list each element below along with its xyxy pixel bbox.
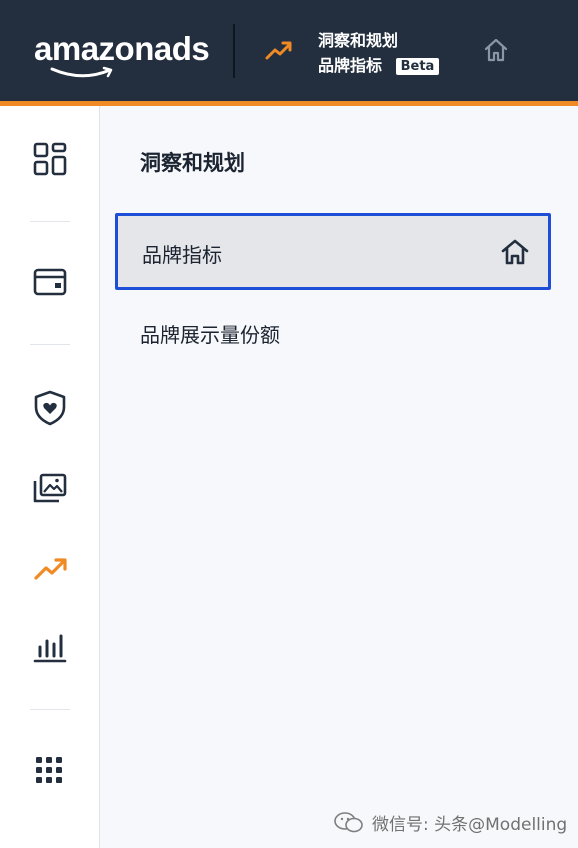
rail-separator	[30, 344, 70, 345]
watermark: 微信号: 头条@Modelling	[334, 810, 567, 835]
left-nav-rail	[0, 106, 100, 848]
nav-item-brand-metrics[interactable]: 品牌指标	[115, 213, 551, 290]
watermark-text: 微信号: 头条@Modelling	[372, 815, 568, 835]
wechat-icon	[334, 811, 363, 832]
home-icon[interactable]	[482, 36, 510, 64]
trending-up-icon[interactable]	[33, 552, 69, 584]
breadcrumb-page-label: 品牌指标	[318, 56, 383, 75]
dashboard-grid-icon[interactable]	[33, 142, 67, 176]
header-divider	[233, 24, 235, 78]
nav-item-brand-share-of-impressions[interactable]: 品牌展示量份额	[140, 319, 280, 348]
heart-shield-icon[interactable]	[33, 390, 67, 426]
beta-badge: Beta	[395, 58, 440, 75]
trending-up-icon	[265, 41, 292, 60]
image-gallery-icon[interactable]	[33, 472, 67, 504]
home-icon[interactable]	[500, 238, 530, 266]
rail-separator	[30, 709, 70, 710]
wallet-icon[interactable]	[33, 266, 67, 298]
breadcrumb-page: 品牌指标 Beta	[318, 52, 440, 76]
nav-item-label: 品牌指标	[142, 243, 222, 267]
panel-title: 洞察和规划	[140, 151, 245, 175]
rail-separator	[30, 221, 70, 222]
top-bar: amazonads 洞察和规划 品牌指标 Beta	[0, 0, 578, 106]
amazon-ads-logo[interactable]: amazonads	[34, 30, 210, 68]
logo-smile-icon	[50, 66, 113, 78]
apps-grid-icon[interactable]	[33, 754, 65, 786]
bar-chart-icon[interactable]	[33, 632, 67, 664]
breadcrumb-section[interactable]: 洞察和规划	[318, 27, 398, 51]
